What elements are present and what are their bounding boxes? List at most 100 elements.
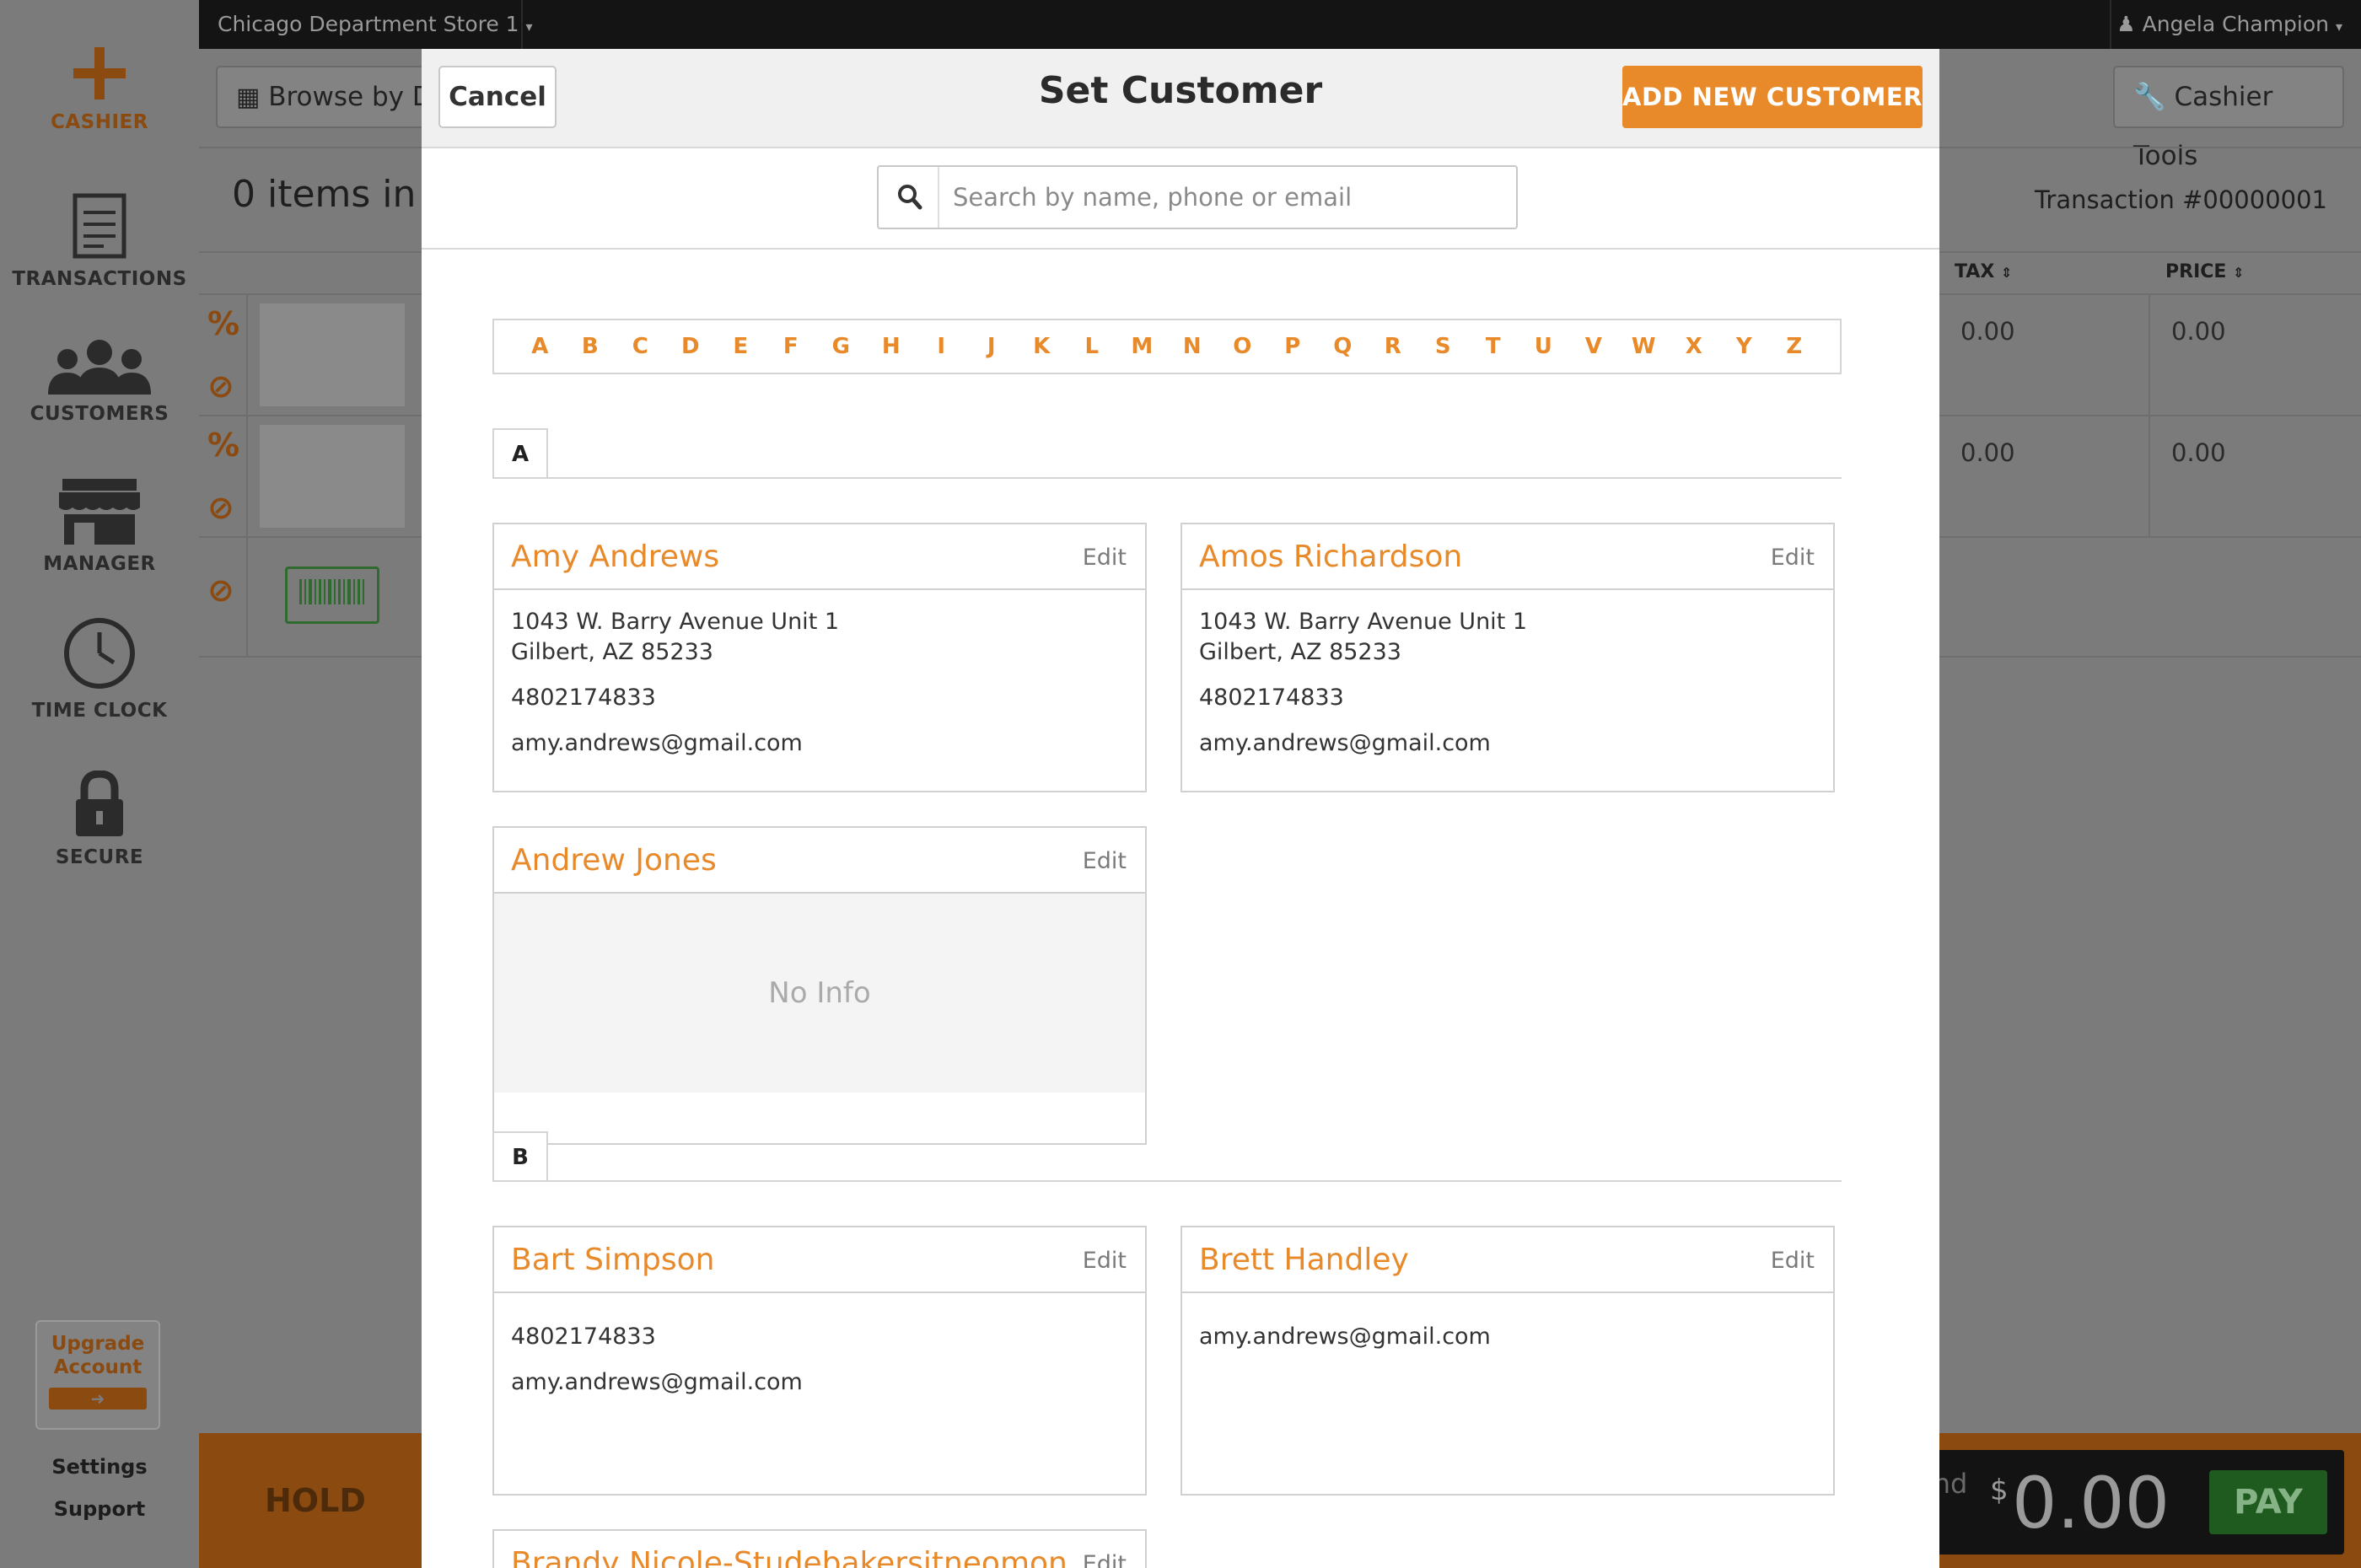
row-price: 0.00 [2171,317,2226,346]
alphabet-letter-p[interactable]: P [1267,334,1318,359]
alphabet-letter-j[interactable]: J [966,334,1017,359]
customer-address-line1: 1043 W. Barry Avenue Unit 1 [1199,609,1528,635]
edit-customer-link[interactable]: Edit [1083,545,1127,571]
search-icon[interactable] [879,167,939,228]
percent-icon[interactable]: % [207,305,239,342]
alphabet-letter-t[interactable]: T [1468,334,1519,359]
sort-icon: ⇕ [2000,265,2013,281]
sidebar-item-label: MANAGER [43,553,156,575]
hold-button[interactable]: HOLD [265,1482,366,1519]
item-thumbnail [260,425,405,528]
customer-email: amy.andrews@gmail.com [511,730,803,756]
transaction-number: Transaction #00000001 [2034,185,2327,214]
alphabet-letter-a[interactable]: A [515,334,566,359]
alphabet-letter-w[interactable]: W [1619,334,1670,359]
sidebar: CASHIER TRANSACTIONS CUSTOMERS MANAGER T… [0,0,199,1568]
alphabet-letter-n[interactable]: N [1167,334,1218,359]
user-menu[interactable]: ♟ Angela Champion ▾ [2116,12,2342,36]
no-info-placeholder: No Info [494,894,1145,1093]
alphabet-letter-u[interactable]: U [1519,334,1569,359]
sidebar-item-manager[interactable]: MANAGER [0,477,199,575]
alphabet-letter-q[interactable]: Q [1318,334,1369,359]
store-selector[interactable]: Chicago Department Store 1 ▾ [218,12,533,36]
customer-card[interactable]: Bart Simpson Edit 4802174833 amy.andrews… [492,1226,1147,1496]
store-name: Chicago Department Store 1 [218,12,519,36]
alphabet-letter-l[interactable]: L [1067,334,1117,359]
row-tax: 0.00 [1960,438,2015,467]
plus-icon [73,47,126,99]
customer-address-line2: Gilbert, AZ 85233 [511,639,713,665]
pay-button[interactable]: PAY [2209,1470,2327,1534]
alphabet-letter-e[interactable]: E [716,334,766,359]
tax-column-header[interactable]: TAX ⇕ [1955,261,2012,282]
barcode-icon[interactable] [285,567,379,624]
customer-card-header: Amy Andrews Edit [494,524,1145,590]
percent-icon[interactable]: % [207,427,239,464]
wrench-icon: 🔧 [2133,82,2166,112]
sidebar-item-label: CASHIER [51,111,148,133]
alphabet-letter-h[interactable]: H [866,334,917,359]
sidebar-item-customers[interactable]: CUSTOMERS [0,339,199,425]
customer-card[interactable]: Amy Andrews Edit 1043 W. Barry Avenue Un… [492,523,1147,792]
customer-details: 1043 W. Barry Avenue Unit 1 Gilbert, AZ … [494,590,1145,776]
receipt-icon [73,193,126,259]
customer-search-input[interactable] [941,167,1514,228]
alphabet-letter-i[interactable]: I [917,334,967,359]
sidebar-item-cashier[interactable]: CASHIER [0,44,199,133]
price-column-label: PRICE [2165,261,2227,282]
price-column-header[interactable]: PRICE ⇕ [2165,261,2245,282]
caret-down-icon: ▾ [2335,19,2342,35]
browse-button-label: Browse by D [268,82,433,112]
edit-customer-link[interactable]: Edit [1083,1551,1127,1568]
settings-link[interactable]: Settings [0,1455,199,1479]
alphabet-letter-v[interactable]: V [1568,334,1619,359]
sidebar-item-transactions[interactable]: TRANSACTIONS [0,192,199,290]
alphabet-letter-f[interactable]: F [766,334,816,359]
customer-phone: 4802174833 [1199,685,1344,711]
alphabet-letter-m[interactable]: M [1117,334,1168,359]
alphabet-letter-k[interactable]: K [1017,334,1068,359]
customer-card[interactable]: Amos Richardson Edit 1043 W. Barry Avenu… [1180,523,1835,792]
customer-name[interactable]: Bart Simpson [511,1243,715,1277]
row-price: 0.00 [2171,438,2226,467]
user-name: Angela Champion [2142,12,2330,36]
support-link[interactable]: Support [0,1497,199,1521]
sidebar-item-time-clock[interactable]: TIME CLOCK [0,615,199,722]
customer-phone: 4802174833 [511,1324,656,1350]
alphabet-letter-y[interactable]: Y [1719,334,1770,359]
alphabet-letter-d[interactable]: D [665,334,716,359]
edit-customer-link[interactable]: Edit [1083,848,1127,874]
grand-total-amount: 0.00 [2012,1462,2170,1544]
alphabet-letter-z[interactable]: Z [1769,334,1820,359]
add-new-customer-button[interactable]: ADD NEW CUSTOMER [1622,66,1923,128]
customer-name[interactable]: Brandy Nicole-Studebakersitneomon [511,1546,1068,1568]
alphabet-letter-b[interactable]: B [565,334,616,359]
remove-icon[interactable]: ⊘ [207,489,234,526]
sidebar-item-secure[interactable]: SECURE [0,771,199,868]
alphabet-letter-r[interactable]: R [1368,334,1418,359]
alphabet-letter-g[interactable]: G [816,334,867,359]
customer-name[interactable]: Andrew Jones [511,843,717,878]
alphabet-letter-s[interactable]: S [1418,334,1469,359]
customer-name[interactable]: Brett Handley [1199,1243,1409,1277]
upgrade-account-button[interactable]: Upgrade Account ➜ [35,1320,160,1430]
grand-total-box: rand tal $ 0.00 PAY [1906,1450,2344,1555]
customer-name[interactable]: Amos Richardson [1199,540,1462,574]
customer-name[interactable]: Amy Andrews [511,540,719,574]
edit-customer-link[interactable]: Edit [1771,1248,1815,1274]
customer-details: 1043 W. Barry Avenue Unit 1 Gilbert, AZ … [1182,590,1833,776]
alphabet-letter-x[interactable]: X [1669,334,1719,359]
remove-icon[interactable]: ⊘ [207,368,234,405]
alphabet-letter-o[interactable]: O [1218,334,1268,359]
edit-customer-link[interactable]: Edit [1083,1248,1127,1274]
cashier-tools-button[interactable]: 🔧 Cashier Tools [2113,66,2344,171]
customer-card[interactable]: Brett Handley Edit amy.andrews@gmail.com [1180,1226,1835,1496]
remove-icon[interactable]: ⊘ [207,572,234,609]
search-area [422,148,1939,250]
section-divider [492,477,1842,479]
search-box [877,165,1518,229]
edit-customer-link[interactable]: Edit [1771,545,1815,571]
alphabet-letter-c[interactable]: C [616,334,666,359]
customer-card[interactable]: Andrew Jones Edit No Info [492,826,1147,1145]
customer-card[interactable]: Brandy Nicole-Studebakersitneomon Edit [492,1529,1147,1568]
